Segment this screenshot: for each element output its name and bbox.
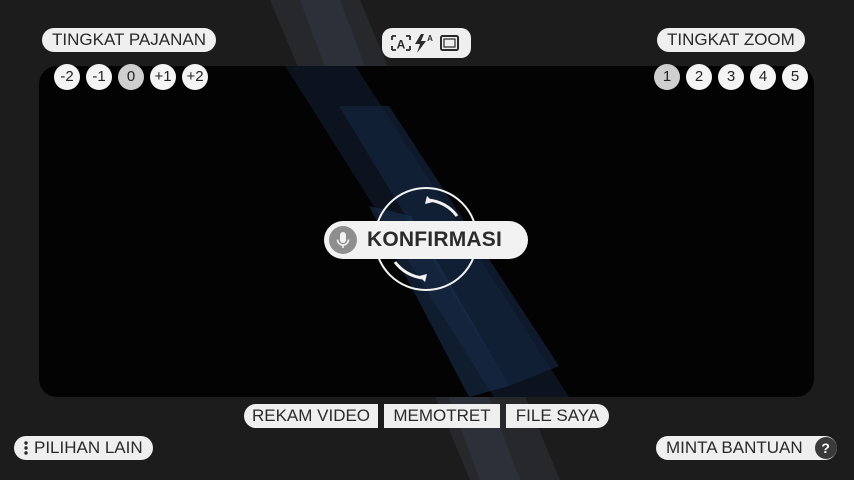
zoom-level-3[interactable]: 3: [718, 64, 744, 90]
confirm-button[interactable]: KONFIRMASI: [324, 221, 528, 259]
flash-auto-badge: A: [427, 34, 433, 43]
aspect-ratio-icon[interactable]: [440, 35, 459, 51]
help-label: MINTA BANTUAN: [666, 438, 803, 457]
confirm-label: KONFIRMASI: [367, 228, 502, 251]
exposure-level-plus-2[interactable]: +2: [182, 64, 208, 90]
more-options-label: PILIHAN LAIN: [34, 438, 143, 457]
help-button[interactable]: MINTA BANTUAN ?: [656, 436, 837, 460]
help-icon: ?: [814, 437, 837, 459]
exposure-level-title: TINGKAT PAJANAN: [42, 28, 216, 52]
auto-focus-letter: A: [397, 38, 406, 52]
exposure-level-0[interactable]: 0: [118, 64, 144, 90]
zoom-level-title: TINGKAT ZOOM: [657, 28, 805, 52]
camera-settings-toolbar: A A: [382, 28, 471, 58]
exposure-level-minus-1[interactable]: -1: [86, 64, 112, 90]
take-photo-button[interactable]: MEMOTRET: [384, 404, 500, 428]
zoom-level-4[interactable]: 4: [750, 64, 776, 90]
exposure-level-minus-2[interactable]: -2: [54, 64, 80, 90]
microphone-icon[interactable]: [329, 226, 357, 254]
flash-auto-icon[interactable]: A: [415, 34, 433, 53]
more-vertical-icon: [24, 441, 28, 455]
zoom-level-5[interactable]: 5: [782, 64, 808, 90]
record-video-button[interactable]: REKAM VIDEO: [244, 404, 378, 428]
zoom-level-2[interactable]: 2: [686, 64, 712, 90]
zoom-level-1[interactable]: 1: [654, 64, 680, 90]
more-options-button[interactable]: PILIHAN LAIN: [14, 436, 153, 460]
exposure-level-plus-1[interactable]: +1: [150, 64, 176, 90]
auto-focus-icon[interactable]: A: [391, 35, 411, 52]
my-files-button[interactable]: FILE SAYA: [506, 404, 609, 428]
